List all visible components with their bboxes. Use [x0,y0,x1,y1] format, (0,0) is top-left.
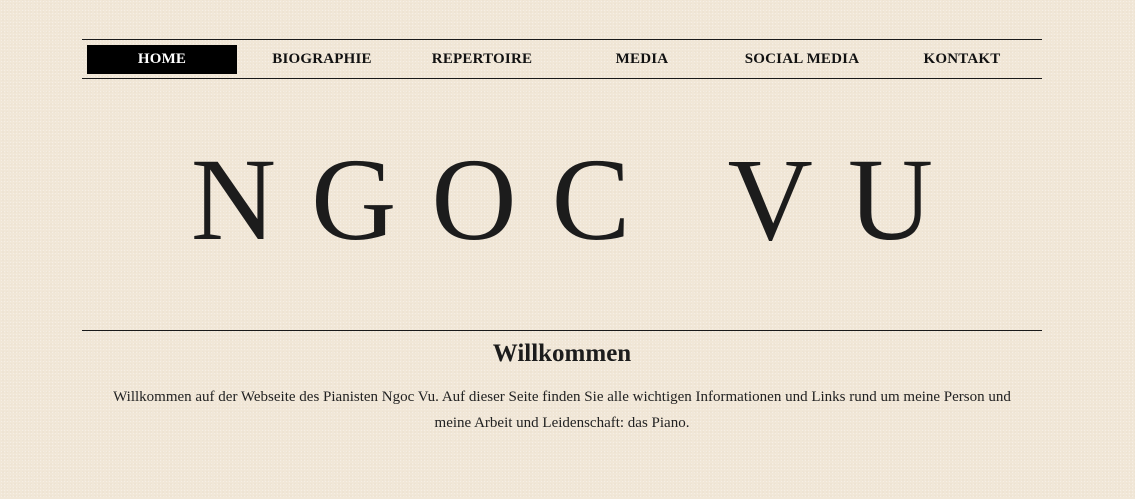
nav-menu: HOME BIOGRAPHIE REPERTOIRE MEDIA SOCIAL … [87,45,1037,74]
welcome-heading: Willkommen [492,340,632,367]
welcome-text: Willkommen auf der Webseite des Pianiste… [113,389,1011,431]
nav-item-kontakt[interactable]: KONTAKT [887,45,1037,74]
nav-item-repertoire[interactable]: REPERTOIRE [407,45,557,74]
nav-item-biographie[interactable]: BIOGRAPHIE [247,45,397,74]
nav-item-media[interactable]: MEDIA [567,45,717,74]
nav-item-social-media[interactable]: SOCIAL MEDIA [727,45,877,74]
hero-banner: NGOC VU [82,100,1042,300]
welcome-section: Willkommen Willkommen auf der Webseite d… [82,336,1042,436]
main-navigation: HOME BIOGRAPHIE REPERTOIRE MEDIA SOCIAL … [82,39,1042,79]
site-title: NGOC VU [190,134,969,265]
section-divider [82,330,1042,331]
nav-item-home[interactable]: HOME [87,45,237,74]
